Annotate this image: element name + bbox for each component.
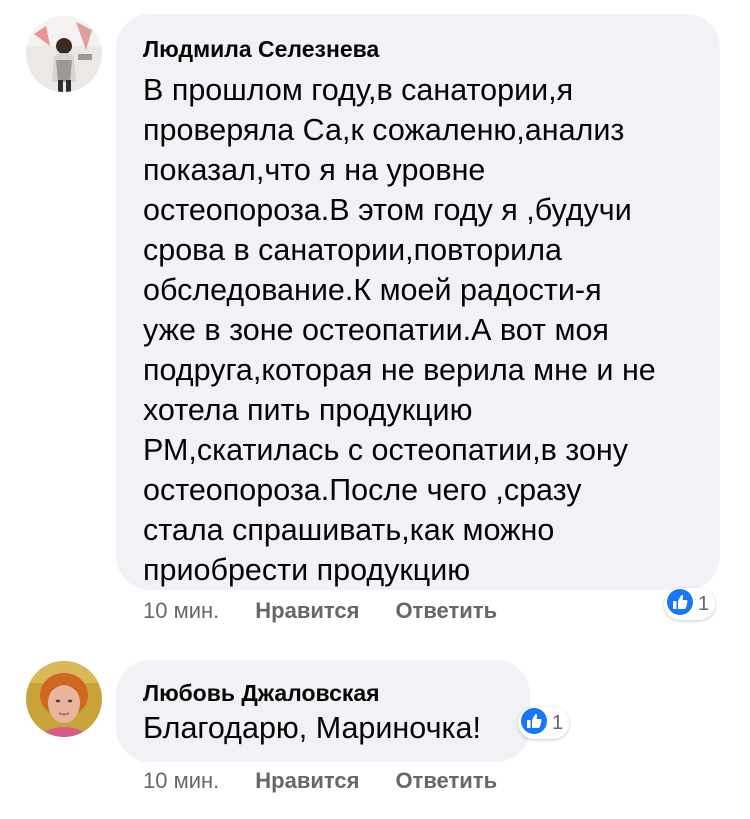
reaction-badge[interactable]: 1 bbox=[518, 707, 570, 740]
reaction-count: 1 bbox=[698, 592, 710, 615]
comment-timestamp[interactable]: 10 мин. bbox=[143, 768, 219, 794]
like-button[interactable]: Нравится bbox=[255, 598, 359, 624]
comment-actions: 10 мин. Нравится Ответить bbox=[143, 768, 497, 794]
comment-text-line: подруга,которая не верила мне и не bbox=[143, 353, 656, 387]
thumbs-up-icon bbox=[520, 707, 548, 740]
comment-text-line: уже в зоне остеопатии.А вот моя bbox=[143, 313, 609, 347]
comment-author[interactable]: Любовь Джаловская bbox=[143, 680, 380, 707]
comment-timestamp[interactable]: 10 мин. bbox=[143, 598, 219, 624]
avatar[interactable] bbox=[26, 661, 102, 737]
comment-text-line: срова в санатории,повторила bbox=[143, 233, 562, 267]
comments-thread: Людмила Селезнева В прошлом году,в санат… bbox=[0, 0, 750, 819]
like-button[interactable]: Нравится bbox=[255, 768, 359, 794]
reply-button[interactable]: Ответить bbox=[395, 768, 497, 794]
avatar[interactable] bbox=[26, 16, 102, 92]
reaction-badge[interactable]: 1 bbox=[664, 588, 716, 621]
comment-text: Благодарю, Мариночка! bbox=[143, 708, 481, 748]
reply-button[interactable]: Ответить bbox=[395, 598, 497, 624]
comment-text-line: показал,что я на уровне bbox=[143, 153, 486, 187]
comment-text-line: остеопороза.В этом году я ,будучи bbox=[143, 193, 632, 227]
thumbs-up-icon bbox=[666, 588, 694, 621]
comment-text-line: обследование.К моей радости-я bbox=[143, 273, 602, 307]
comment-text-line: проверяла Са,к сожаленю,анализ bbox=[143, 113, 625, 147]
comment-text-line: РМ,скатилась с остеопатии,в зону bbox=[143, 433, 629, 467]
comment-text-line: Благодарю, Мариночка! bbox=[143, 711, 481, 745]
comment-text-line: стала спрашивать,как можно bbox=[143, 513, 555, 547]
comment-text-line: остеопороза.После чего ,сразу bbox=[143, 473, 582, 507]
comment-actions: 10 мин. Нравится Ответить bbox=[143, 598, 497, 624]
comment-author[interactable]: Людмила Селезнева bbox=[143, 36, 379, 63]
comment-text-line: В прошлом году,в санатории,я bbox=[143, 73, 574, 107]
comment-text-line: приобрести продукцию bbox=[143, 553, 471, 587]
comment-text: В прошлом году,в санатории,я проверяла С… bbox=[143, 70, 656, 590]
reaction-count: 1 bbox=[552, 711, 564, 734]
comment-text-line: хотела пить продукцию bbox=[143, 393, 473, 427]
